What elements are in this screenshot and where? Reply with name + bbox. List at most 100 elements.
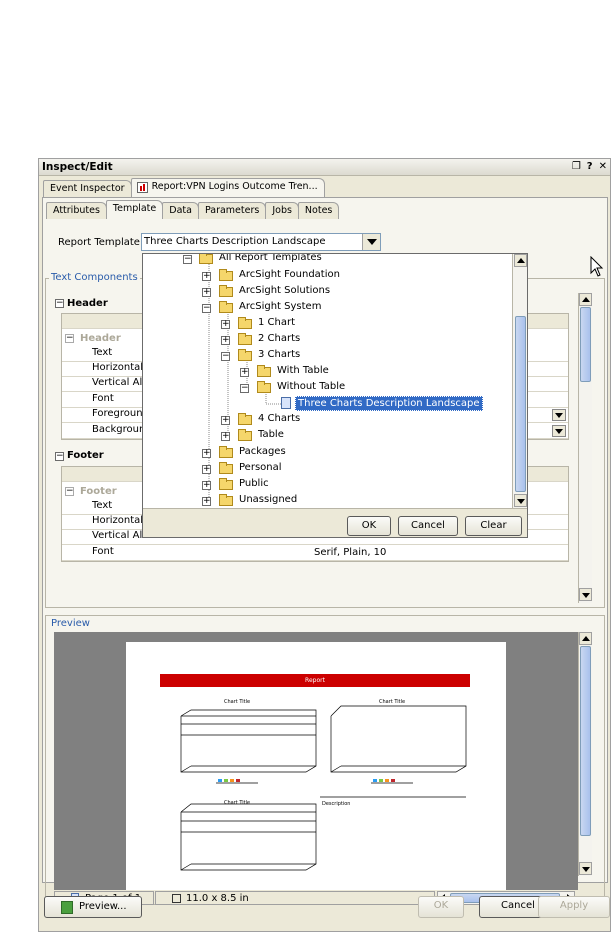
close-icon[interactable]: ✕: [599, 161, 607, 172]
row-label: Font: [92, 393, 114, 404]
collapse-footer-sub-icon[interactable]: −: [65, 487, 74, 496]
tree-node-label: Personal: [239, 462, 282, 473]
ok-button[interactable]: OK: [418, 896, 464, 918]
preview-canvas: Report Chart Title Chart Title Chart Tit…: [54, 632, 578, 890]
dropdown-arrow-icon[interactable]: [362, 234, 380, 250]
collapse-header-icon[interactable]: −: [55, 299, 64, 308]
folder-icon: [219, 285, 233, 297]
tree-ok-button[interactable]: OK: [347, 516, 391, 536]
background-dropdown[interactable]: [552, 425, 566, 437]
expand-icon[interactable]: +: [202, 465, 211, 474]
collapse-footer-icon[interactable]: −: [55, 452, 64, 461]
preview-button[interactable]: Preview...: [44, 896, 142, 918]
tab-parameters[interactable]: Parameters: [197, 202, 267, 219]
tab-template[interactable]: Template: [105, 200, 164, 219]
expand-icon[interactable]: +: [202, 288, 211, 297]
table-row[interactable]: Font Serif, Plain, 10: [62, 546, 568, 561]
tab-report[interactable]: Report:VPN Logins Outcome Tren...: [130, 178, 325, 197]
row-label: Vertical Ali: [92, 530, 146, 541]
collapse-icon[interactable]: −: [202, 304, 211, 313]
expand-icon[interactable]: +: [240, 368, 249, 377]
preview-vertical-scrollbar[interactable]: [578, 632, 592, 876]
expand-icon[interactable]: +: [202, 497, 211, 506]
foreground-dropdown[interactable]: [552, 409, 566, 421]
tree-node-label: 2 Charts: [258, 333, 301, 344]
folder-open-icon: [199, 254, 213, 264]
text-components-label: Text Components: [49, 272, 140, 283]
expand-icon[interactable]: +: [202, 481, 211, 490]
apply-button-label: Apply: [559, 900, 589, 911]
tab-jobs[interactable]: Jobs: [265, 202, 299, 219]
scroll-thumb[interactable]: [580, 646, 591, 836]
tree-node-label: 1 Chart: [258, 317, 296, 328]
expand-icon[interactable]: +: [221, 336, 230, 345]
scroll-down-button[interactable]: [514, 494, 527, 507]
page-size-text: 11.0 x 8.5 in: [186, 893, 249, 904]
tree-node-label: ArcSight System: [239, 301, 322, 312]
tab-label: Data: [169, 205, 192, 216]
expand-icon[interactable]: +: [202, 449, 211, 458]
tab-label: Attributes: [53, 205, 100, 216]
header-sub-title: Header: [80, 333, 121, 344]
tab-data[interactable]: Data: [162, 202, 199, 219]
collapse-icon[interactable]: −: [183, 255, 192, 264]
folder-icon: [219, 494, 233, 506]
tree-node-label: With Table: [277, 365, 329, 376]
scroll-up-button[interactable]: [579, 632, 592, 645]
cancel-button-label: Cancel: [501, 900, 535, 911]
tree-cancel-button[interactable]: Cancel: [398, 516, 458, 536]
expand-icon[interactable]: +: [221, 416, 230, 425]
expand-icon[interactable]: +: [221, 320, 230, 329]
footer-sub-title: Footer: [80, 486, 117, 497]
tree-node-label: Unassigned: [239, 494, 298, 505]
folder-icon: [257, 365, 271, 377]
mini-chart-2: [330, 705, 467, 784]
scroll-thumb[interactable]: [515, 316, 526, 492]
tab-attributes[interactable]: Attributes: [46, 202, 107, 219]
row-label: Font: [92, 546, 114, 557]
scroll-down-button[interactable]: [579, 862, 592, 875]
scroll-up-button[interactable]: [579, 293, 592, 306]
help-icon[interactable]: ?: [587, 161, 593, 172]
template-tree-popup: − All Report Templates + ArcSight Foundati…: [142, 253, 528, 538]
tab-notes[interactable]: Notes: [297, 202, 340, 219]
tab-label: Jobs: [272, 205, 292, 216]
footer-font-value: Serif, Plain, 10: [314, 547, 387, 558]
tab-label: Event Inspector: [50, 183, 125, 194]
row-label: Foregroun: [92, 408, 143, 419]
folder-icon: [238, 333, 252, 345]
tree-node-label: Public: [239, 478, 269, 489]
tree-clear-button[interactable]: Clear: [465, 516, 522, 536]
report-template-icon: [281, 397, 291, 409]
restore-icon[interactable]: ❐: [572, 161, 581, 172]
preview-icon: [61, 901, 73, 914]
footer-section-title: Footer: [67, 450, 104, 461]
collapse-icon[interactable]: −: [221, 352, 230, 361]
top-tab-bar: Event Inspector Report:VPN Logins Outcom…: [43, 178, 325, 197]
collapse-header-sub-icon[interactable]: −: [65, 334, 74, 343]
report-template-label: Report Template:: [58, 237, 144, 248]
report-template-select[interactable]: Three Charts Description Landscape: [141, 233, 381, 251]
expand-icon[interactable]: +: [221, 432, 230, 441]
preview-button-label: Preview...: [79, 901, 127, 912]
expand-icon[interactable]: +: [202, 272, 211, 281]
sub-tab-bar: Attributes Template Data Parameters Jobs…: [46, 200, 340, 219]
tree-scrollbar[interactable]: [512, 254, 527, 508]
scroll-down-button[interactable]: [579, 588, 592, 601]
row-label: Backgroun: [92, 424, 146, 435]
tab-label: Report:VPN Logins Outcome Tren...: [151, 181, 318, 192]
row-label: Text: [92, 500, 113, 511]
collapse-icon[interactable]: −: [240, 384, 249, 393]
text-components-scrollbar[interactable]: [578, 293, 592, 603]
report-icon: [136, 182, 148, 193]
scroll-up-button[interactable]: [514, 254, 527, 267]
row-label: Horizontal: [92, 515, 144, 526]
scroll-thumb[interactable]: [580, 307, 591, 382]
tab-label: Parameters: [204, 205, 260, 216]
folder-icon: [219, 478, 233, 490]
ok-button-label: OK: [433, 900, 449, 911]
folder-icon: [238, 317, 252, 329]
apply-button[interactable]: Apply: [538, 896, 610, 918]
tab-event-inspector[interactable]: Event Inspector: [43, 180, 132, 197]
row-label: Horizontal: [92, 362, 144, 373]
